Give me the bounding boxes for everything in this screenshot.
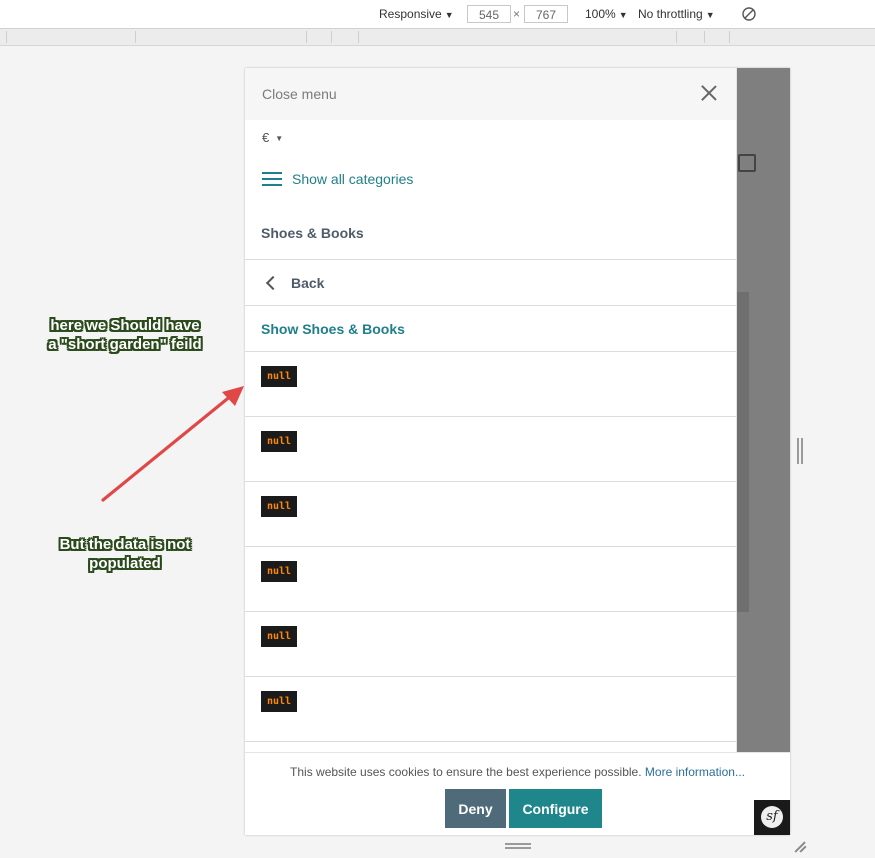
emulated-page: Close menu € ▼ Show all categories Shoes … [245, 68, 790, 835]
offcanvas-menu: Close menu € ▼ Show all categories Shoes … [245, 68, 737, 835]
throttling-select[interactable]: No throttling ▼ [638, 0, 715, 28]
subcategory-item[interactable]: null [245, 417, 736, 482]
resize-handle-right[interactable] [797, 438, 803, 464]
configure-button[interactable]: Configure [509, 789, 602, 828]
subcategory-item[interactable]: null [245, 352, 736, 417]
caret-down-icon: ▼ [275, 134, 284, 143]
viewport-height-input[interactable]: 767 [524, 5, 568, 23]
null-value-badge: null [261, 691, 297, 712]
cookie-message-text: This website uses cookies to ensure the … [290, 765, 642, 779]
media-query-ruler [0, 29, 875, 46]
annotation-text-bottom: But the data is not populated [59, 536, 191, 572]
null-value-badge: null [261, 561, 297, 582]
deny-button[interactable]: Deny [445, 789, 506, 828]
more-information-link[interactable]: More information... [645, 765, 745, 779]
caret-down-icon: ▼ [705, 10, 715, 20]
device-label: Responsive [379, 7, 442, 21]
dimension-separator: × [513, 7, 521, 21]
caret-down-icon: ▼ [618, 10, 628, 20]
null-value-badge: null [261, 496, 297, 517]
symfony-logo-icon: sf [761, 806, 783, 828]
page-backdrop[interactable] [735, 68, 790, 835]
close-icon[interactable] [701, 85, 717, 101]
cookie-message: This website uses cookies to ensure the … [245, 765, 790, 779]
close-menu-label[interactable]: Close menu [262, 86, 337, 102]
zoom-select[interactable]: 100% ▼ [585, 0, 628, 28]
viewport-width-input[interactable]: 545 [467, 5, 511, 23]
show-all-categories-label: Show all categories [292, 171, 414, 187]
back-button[interactable]: Back [245, 260, 736, 305]
rotate-icon[interactable] [741, 0, 757, 28]
resize-handle-bottom[interactable] [505, 843, 531, 849]
devtools-device-toolbar: Responsive ▼ 545 × 767 100% ▼ No throttlin… [0, 0, 875, 29]
currency-symbol: € [262, 130, 270, 145]
device-select[interactable]: Responsive ▼ [379, 0, 454, 28]
cookie-banner: This website uses cookies to ensure the … [245, 752, 790, 835]
menu-header: Close menu [245, 68, 736, 120]
annotation-text-top: here we Should have a "short garden" fei… [48, 317, 202, 353]
null-value-badge: null [261, 431, 297, 452]
zoom-label: 100% [585, 7, 616, 21]
divider [245, 305, 736, 306]
cart-icon [738, 154, 756, 172]
currency-select[interactable]: € ▼ [262, 130, 283, 145]
throttling-label: No throttling [638, 7, 703, 21]
subcategory-item[interactable]: null [245, 612, 736, 677]
category-title: Shoes & Books [261, 225, 364, 241]
subcategory-item[interactable]: null [245, 547, 736, 612]
symfony-toolbar-toggle[interactable]: sf [754, 800, 790, 835]
subcategory-item[interactable]: null [245, 677, 736, 742]
backdrop-scrollbar [735, 292, 749, 612]
no-rotate-icon [742, 7, 756, 21]
null-value-badge: null [261, 366, 297, 387]
null-value-badge: null [261, 626, 297, 647]
show-all-categories-link[interactable]: Show all categories [262, 171, 413, 187]
chevron-left-icon [265, 275, 281, 290]
caret-down-icon: ▼ [444, 10, 454, 20]
back-label: Back [291, 274, 325, 291]
subcategory-item[interactable]: null [245, 482, 736, 547]
hamburger-icon [262, 172, 282, 186]
resize-corner-grip[interactable] [793, 838, 807, 853]
show-category-link[interactable]: Show Shoes & Books [261, 321, 405, 337]
